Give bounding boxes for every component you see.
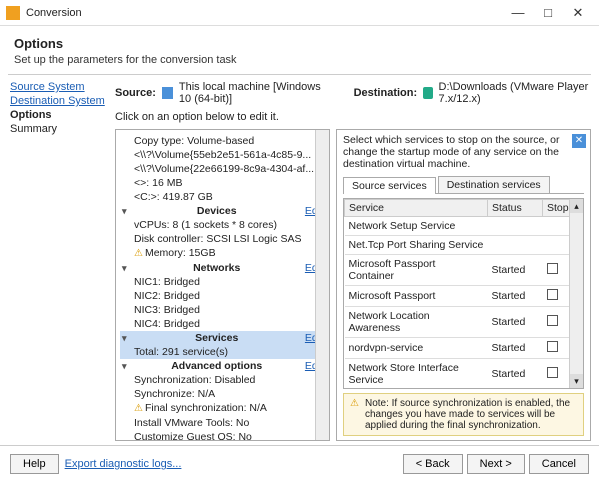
nav-summary[interactable]: Summary [10,123,109,135]
maximize-button[interactable]: □ [533,3,563,23]
table-row[interactable]: Network Setup Service [345,217,583,236]
source-icon [162,87,173,99]
service-status: Started [488,359,543,390]
opt-services-total[interactable]: Total: 291 service(s) [120,345,325,359]
nav-destination-system[interactable]: Destination System [10,95,109,107]
services-panel: Select which services to stop on the sou… [336,129,591,441]
page-subtitle: Set up the parameters for the conversion… [14,54,585,66]
stop-checkbox[interactable] [547,367,558,378]
app-icon [6,6,20,20]
opt-nic1[interactable]: NIC1: Bridged [120,275,325,289]
service-status: Started [488,255,543,286]
dest-icon [423,87,432,99]
stop-checkbox[interactable] [547,341,558,352]
page-header: Options Set up the parameters for the co… [0,26,599,74]
opt-volume-3[interactable]: <>: 16 MB [120,176,325,190]
service-name: Net.Tcp Port Sharing Service [345,236,488,255]
page-title: Options [14,36,585,51]
service-status: Started [488,286,543,307]
nav-source-system[interactable]: Source System [10,81,109,93]
table-row[interactable]: Network Location AwarenessStarted [345,307,583,338]
col-service[interactable]: Service [345,200,488,217]
opt-final-sync[interactable]: Final synchronization: N/A [120,401,325,416]
service-name: Network Store Interface Service [345,359,488,390]
source-value: This local machine [Windows 10 (64-bit)] [179,81,334,105]
source-dest-bar: Source: This local machine [Windows 10 (… [115,79,591,109]
cancel-button[interactable]: Cancel [529,454,589,474]
source-label: Source: [115,87,156,99]
opt-vmware-tools[interactable]: Install VMware Tools: No [120,416,325,430]
scroll-up-icon[interactable]: ▴ [570,199,583,213]
options-tree: Copy type: Volume-based <\\?\Volume{55eb… [115,129,330,441]
dest-label: Destination: [354,87,418,99]
services-table: Service Status Stop Network Setup Servic… [344,199,583,389]
table-scrollbar[interactable]: ▴ ▾ [569,199,583,388]
opt-volume-4[interactable]: <C:>: 419.87 GB [120,190,325,204]
opt-sync[interactable]: Synchronization: Disabled [120,373,325,387]
wizard-footer: Help Export diagnostic logs... < Back Ne… [0,445,599,482]
back-button[interactable]: < Back [403,454,463,474]
table-row[interactable]: Network Store Interface ServiceStarted [345,359,583,390]
opt-volume-1[interactable]: <\\?\Volume{55eb2e51-561a-4c85-9... [120,148,325,162]
tab-destination-services[interactable]: Destination services [438,176,550,193]
step-nav: Source System Destination System Options… [0,75,115,445]
opt-guest-os[interactable]: Customize Guest OS: No [120,430,325,440]
dest-value: D:\Downloads (VMware Player 7.x/12.x) [439,81,591,105]
export-logs-link[interactable]: Export diagnostic logs... [65,458,182,470]
opt-copy-type[interactable]: Copy type: Volume-based [120,134,325,148]
service-status [488,236,543,255]
left-scrollbar[interactable] [315,130,329,440]
nav-options[interactable]: Options [10,109,109,121]
close-button[interactable]: ✕ [563,3,593,23]
opt-memory[interactable]: Memory: 15GB [120,246,325,261]
opt-disk-controller[interactable]: Disk controller: SCSI LSI Logic SAS [120,232,325,246]
stop-checkbox[interactable] [547,315,558,326]
scroll-down-icon[interactable]: ▾ [570,374,583,388]
table-row[interactable]: Microsoft Passport ContainerStarted [345,255,583,286]
hint-text: Click on an option below to edit it. [115,111,591,123]
opt-vcpus[interactable]: vCPUs: 8 (1 sockets * 8 cores) [120,218,325,232]
panel-description: Select which services to stop on the sou… [343,134,560,170]
panel-close-icon[interactable]: ✕ [572,134,586,148]
service-name: Network Location Awareness [345,307,488,338]
table-row[interactable]: Net.Tcp Port Sharing Service [345,236,583,255]
col-status[interactable]: Status [488,200,543,217]
opt-nic2[interactable]: NIC2: Bridged [120,289,325,303]
service-status: Started [488,338,543,359]
titlebar: Conversion — □ ✕ [0,0,599,26]
service-name: nordvpn-service [345,338,488,359]
services-tabs: Source services Destination services [343,176,584,194]
opt-nic3[interactable]: NIC3: Bridged [120,303,325,317]
opt-nic4[interactable]: NIC4: Bridged [120,317,325,331]
table-row[interactable]: nordvpn-serviceStarted [345,338,583,359]
opt-sync2[interactable]: Synchronize: N/A [120,387,325,401]
cat-networks[interactable]: NetworksEdit [120,261,325,275]
stop-checkbox[interactable] [547,263,558,274]
services-table-wrap: Service Status Stop Network Setup Servic… [343,198,584,389]
minimize-button[interactable]: — [503,3,533,23]
cat-services[interactable]: ServicesEdit [120,331,325,345]
opt-volume-2[interactable]: <\\?\Volume{22e66199-8c9a-4304-af... [120,162,325,176]
cat-devices[interactable]: DevicesEdit [120,204,325,218]
service-name: Microsoft Passport Container [345,255,488,286]
service-name: Network Setup Service [345,217,488,236]
service-status: Started [488,307,543,338]
next-button[interactable]: Next > [467,454,525,474]
service-status [488,217,543,236]
table-row[interactable]: Microsoft PassportStarted [345,286,583,307]
service-name: Microsoft Passport [345,286,488,307]
stop-checkbox[interactable] [547,289,558,300]
sync-note: Note: If source synchronization is enabl… [343,393,584,436]
tab-source-services[interactable]: Source services [343,177,436,194]
window-title: Conversion [26,7,503,19]
cat-advanced[interactable]: Advanced optionsEdit [120,359,325,373]
help-button[interactable]: Help [10,454,59,474]
